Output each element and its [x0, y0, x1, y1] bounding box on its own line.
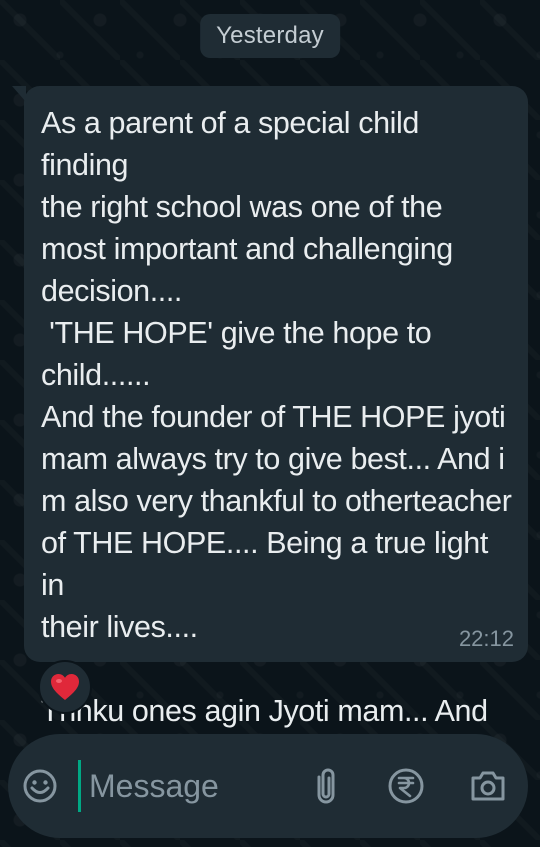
message-bubble[interactable]: As a parent of a special child finding t…: [12, 86, 528, 770]
message-input-bar: [8, 734, 528, 838]
camera-button[interactable]: [466, 764, 510, 808]
reaction-badge[interactable]: [38, 660, 92, 714]
message-input[interactable]: [78, 760, 309, 812]
date-chip: Yesterday: [200, 14, 340, 58]
rupee-icon: [388, 768, 424, 804]
attach-icon: [317, 768, 335, 804]
emoji-button[interactable]: [18, 764, 62, 808]
message-text: As a parent of a special child finding t…: [41, 106, 512, 770]
attach-button[interactable]: [304, 764, 348, 808]
emoji-icon: [23, 769, 57, 803]
camera-icon: [471, 771, 505, 801]
payment-button[interactable]: [384, 764, 428, 808]
heart-icon: [51, 674, 79, 700]
message-time: 22:12: [458, 626, 514, 651]
